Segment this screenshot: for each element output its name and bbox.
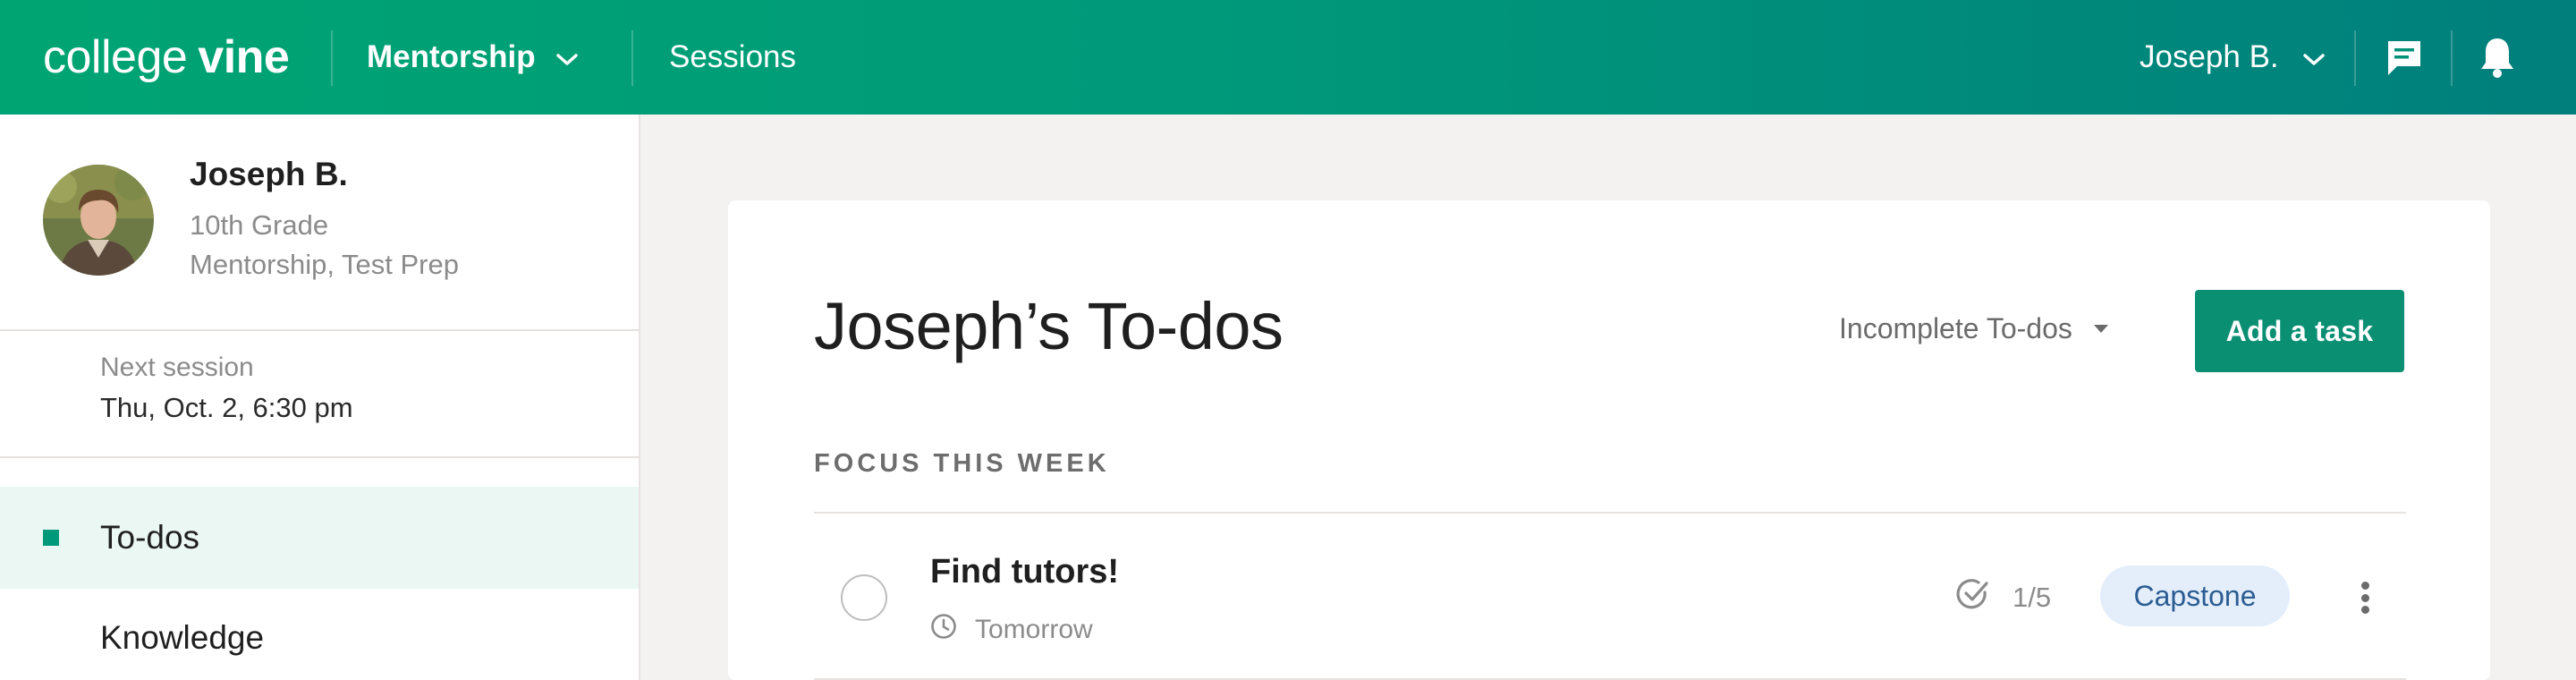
sidebar-item-knowledge[interactable]: Knowledge [100,619,264,657]
message-icon[interactable] [2383,36,2426,79]
todo-filter-dropdown[interactable]: Incomplete To-dos [1839,308,2108,349]
check-circle-icon [1955,576,1991,619]
chevron-down-icon [2302,39,2326,75]
top-navigation-bar: college vine Mentorship Sessions Joseph B… [0,0,2576,115]
clock-icon [930,613,957,647]
profile-grade: 10th Grade [190,209,329,241]
filter-selected-value: Incomplete To-dos [1839,311,2072,344]
task-due: Tomorrow [930,612,1093,648]
task-due-text: Tomorrow [975,615,1093,644]
sidebar-divider [0,329,640,331]
more-options-icon[interactable] [2354,576,2376,619]
header-divider [331,30,333,86]
sessions-label: Sessions [669,39,797,74]
task-progress-text: 1/5 [2012,582,2052,613]
logo-text-light: college [43,31,188,83]
bell-icon[interactable] [2476,36,2519,79]
sidebar-divider [0,456,640,458]
sessions-link[interactable]: Sessions [669,30,796,84]
active-indicator-icon [43,530,59,546]
task-progress: 1/5 [1955,578,2051,617]
mentorship-label: Mentorship [367,39,536,74]
profile-programs: Mentorship, Test Prep [190,249,459,280]
header-divider [631,30,633,86]
header-divider [2354,30,2356,86]
caret-down-icon [2093,324,2108,333]
header-divider [2451,30,2453,86]
logo-text-bold: vine [198,31,290,83]
sidebar-item-label: To-dos [100,519,200,556]
task-title[interactable]: Find tutors! [930,553,1119,591]
sidebar: Joseph B. 10th Grade Mentorship, Test Pr… [0,115,640,680]
sidebar-item-todos[interactable]: To-dos [0,487,639,589]
section-heading: FOCUS THIS WEEK [814,449,1110,478]
add-task-button[interactable]: Add a task [2195,290,2404,372]
todos-card: Joseph’s To-dos Incomplete To-dos Add a … [728,200,2490,680]
user-name: Joseph B. [2140,39,2279,74]
task-complete-checkbox[interactable] [841,574,887,621]
profile-name: Joseph B. [190,156,348,192]
next-session-value: Thu, Oct. 2, 6:30 pm [100,392,353,423]
next-session-label: Next session [100,353,254,382]
chevron-down-icon [555,39,579,75]
section-divider [814,512,2406,514]
collegevine-logo[interactable]: college vine [43,29,290,86]
user-menu[interactable]: Joseph B. [2140,30,2326,84]
mentorship-menu[interactable]: Mentorship [367,30,579,84]
task-tag[interactable]: Capstone [2100,565,2290,626]
page-title: Joseph’s To-dos [814,289,1284,363]
avatar [43,165,154,276]
